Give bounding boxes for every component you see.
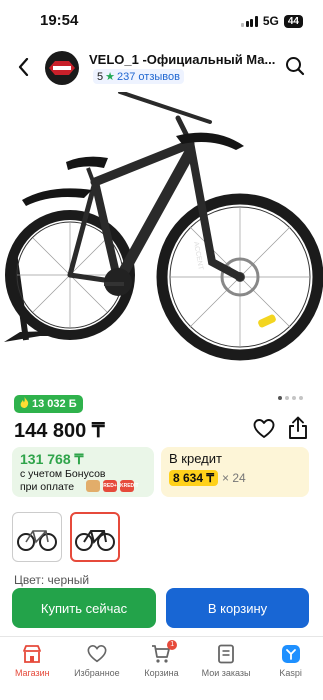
shop-rating[interactable]: 5 ★ 237 отзывов xyxy=(93,69,184,84)
product-image[interactable]: ACCENT xyxy=(0,90,323,382)
svg-text:ACCENT: ACCENT xyxy=(192,241,204,271)
credit-title: В кредит xyxy=(169,451,222,466)
bonus-amount: 13 032 Б xyxy=(32,398,77,410)
product-price: 144 800 ₸ xyxy=(14,420,105,442)
tab-cart[interactable]: 1 Корзина xyxy=(129,637,194,700)
tab-store-label: Магазин xyxy=(14,668,50,678)
back-icon[interactable] xyxy=(14,56,32,78)
tab-kaspi-label: Kaspi xyxy=(279,668,302,678)
rating-value: 5 xyxy=(97,70,104,83)
buy-now-button[interactable]: Купить сейчас xyxy=(12,588,156,628)
kaspi-gold-card-icon xyxy=(86,480,100,492)
bottom-tab-bar: Магазин Избранное 1 Корзина Мои заказы K… xyxy=(0,636,323,700)
tab-cart-label: Корзина xyxy=(144,668,179,678)
status-bar: 19:54 5G 44 xyxy=(0,0,323,44)
store-icon xyxy=(21,643,43,665)
credit-monthly-payment: 8 634 ₸ xyxy=(169,470,218,486)
heart-icon[interactable] xyxy=(253,418,275,440)
gallery-pagination xyxy=(278,396,303,400)
bonus-price-card[interactable]: 131 768 ₸ с учетом Бонусов при оплате RE… xyxy=(12,447,154,497)
search-icon[interactable] xyxy=(285,56,305,76)
share-icon[interactable] xyxy=(287,416,309,440)
fire-icon xyxy=(20,397,29,411)
bonus-price: 131 768 ₸ xyxy=(20,451,84,467)
status-time: 19:54 xyxy=(40,12,79,29)
credit-card[interactable]: В кредит 8 634 ₸ × 24 xyxy=(161,447,309,497)
variant-thumbnail-1[interactable] xyxy=(12,512,62,562)
network-label: 5G xyxy=(262,14,279,28)
signal-icon xyxy=(241,15,258,27)
star-icon: ★ xyxy=(105,71,115,83)
kaspi-red-icon: RED+ xyxy=(103,480,117,492)
tab-orders-label: Мои заказы xyxy=(201,668,251,678)
tab-orders[interactable]: Мои заказы xyxy=(194,637,259,700)
color-label: Цвет: черный xyxy=(14,573,90,587)
favorites-icon xyxy=(86,643,108,665)
shop-header: VELO_1 -Официальный Ма... 5 ★ 237 отзыво… xyxy=(0,44,323,92)
shop-logo[interactable] xyxy=(45,51,79,85)
reviews-link[interactable]: 237 отзывов xyxy=(117,71,180,83)
tab-kaspi[interactable]: Kaspi xyxy=(258,637,323,700)
bonus-badge: 13 032 Б xyxy=(14,395,83,413)
variant-thumbnail-2[interactable] xyxy=(70,512,120,562)
credit-term: × 24 xyxy=(222,471,246,485)
add-to-cart-button[interactable]: В корзину xyxy=(166,588,309,628)
battery-icon: 44 xyxy=(283,14,303,28)
orders-icon xyxy=(215,643,237,665)
tab-favorites-label: Избранное xyxy=(74,668,120,678)
tab-store[interactable]: Магазин xyxy=(0,637,65,700)
cart-count-badge: 1 xyxy=(167,640,178,650)
kaspi-kredit-icon: KREDIT xyxy=(120,480,139,492)
shop-name[interactable]: VELO_1 -Официальный Ма... xyxy=(89,52,279,67)
tab-favorites[interactable]: Избранное xyxy=(65,637,130,700)
kaspi-logo-icon xyxy=(280,643,302,665)
